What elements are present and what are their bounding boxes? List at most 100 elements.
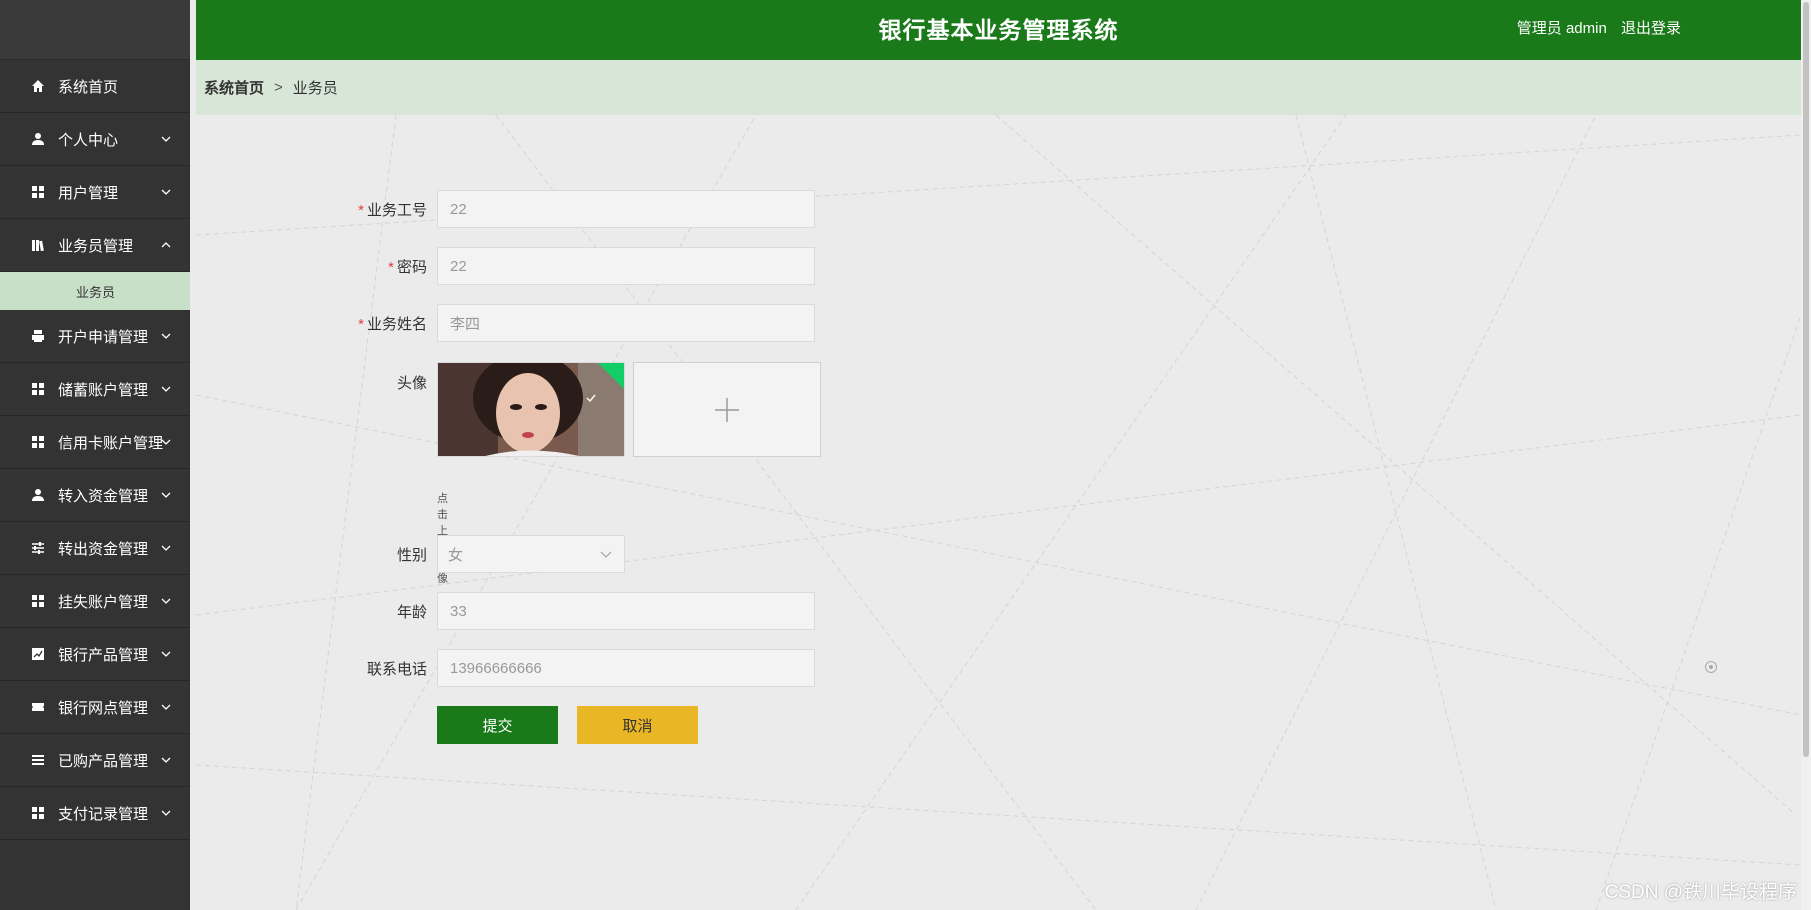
scrollbar-thumb[interactable] xyxy=(1803,2,1809,757)
sliders-icon xyxy=(30,540,46,556)
phone-input[interactable]: 13966666666 xyxy=(437,649,815,687)
form-row-age: 年龄 33 xyxy=(340,592,815,630)
chevron-down-icon xyxy=(161,333,171,339)
form-row-avatar: 头像 xyxy=(340,362,821,457)
home-icon xyxy=(30,78,46,94)
chevron-down-icon xyxy=(161,439,171,445)
sidebar-logo-area xyxy=(0,0,190,60)
header-user-area: 管理员 admin 退出登录 xyxy=(1507,0,1681,58)
age-input[interactable]: 33 xyxy=(437,592,815,630)
avatar-label: 头像 xyxy=(396,375,427,392)
sidebar-item-label: 储蓄账户管理 xyxy=(58,381,149,399)
chevron-up-icon xyxy=(161,242,171,248)
gender-value: 女 xyxy=(448,546,464,564)
grid-icon xyxy=(30,593,46,609)
phone-label: 联系电话 xyxy=(366,660,427,678)
sidebar-item-label: 银行产品管理 xyxy=(58,646,149,664)
cancel-button[interactable]: 取消 xyxy=(577,706,698,744)
grid-icon xyxy=(30,184,46,200)
current-user: 管理员 admin xyxy=(1516,20,1607,37)
chevron-down-icon xyxy=(161,704,171,710)
target-icon xyxy=(1705,661,1717,673)
sidebar-item-staff-management[interactable]: 业务员管理 xyxy=(0,219,190,272)
sidebar: 系统首页 个人中心 用户管理 业务员管理 业务员 开户申请管理 储蓄账户管理 信… xyxy=(0,0,190,910)
plus-icon xyxy=(715,397,739,422)
name-label: * 业务姓名 xyxy=(358,315,427,333)
sidebar-item-purchased-products[interactable]: 已购产品管理 xyxy=(0,734,190,787)
breadcrumb-separator: > xyxy=(274,79,283,96)
page-scrollbar[interactable] xyxy=(1801,0,1811,910)
chevron-down-icon xyxy=(161,386,171,392)
avatar-upload-button[interactable] xyxy=(633,362,821,457)
form-row-gender: 性别 女 xyxy=(340,535,625,573)
sidebar-item-label: 转入资金管理 xyxy=(58,487,149,505)
breadcrumb-current: 业务员 xyxy=(292,80,338,97)
watermark: CSDN @铁川毕设程序 xyxy=(1604,882,1797,903)
sidebar-item-label: 个人中心 xyxy=(58,131,119,149)
chevron-down-icon xyxy=(600,551,612,558)
person-icon xyxy=(30,487,46,503)
top-header: 银行基本业务管理系统 管理员 admin 退出登录 xyxy=(196,0,1801,60)
form-row-staff-id: * 业务工号 22 xyxy=(340,190,815,228)
sidebar-item-label: 用户管理 xyxy=(58,184,119,202)
print-icon xyxy=(30,328,46,344)
sidebar-item-label: 开户申请管理 xyxy=(58,328,149,346)
sidebar-item-label: 挂失账户管理 xyxy=(58,593,149,611)
chart-icon xyxy=(30,646,46,662)
form-row-name: * 业务姓名 李四 xyxy=(340,304,815,342)
list-icon xyxy=(30,752,46,768)
sidebar-item-credit-card-account[interactable]: 信用卡账户管理 xyxy=(0,416,190,469)
check-icon xyxy=(586,394,596,403)
sidebar-item-label: 支付记录管理 xyxy=(58,805,149,823)
sidebar-item-lost-account[interactable]: 挂失账户管理 xyxy=(0,575,190,628)
chevron-down-icon xyxy=(161,545,171,551)
sidebar-item-transfer-in[interactable]: 转入资金管理 xyxy=(0,469,190,522)
staff-id-label: * 业务工号 xyxy=(358,201,427,219)
submit-button[interactable]: 提交 xyxy=(437,706,558,744)
age-label: 年龄 xyxy=(396,603,427,621)
sidebar-item-bank-products[interactable]: 银行产品管理 xyxy=(0,628,190,681)
sidebar-item-label: 系统首页 xyxy=(58,78,119,96)
sidebar-item-label: 转出资金管理 xyxy=(58,540,149,558)
sidebar-item-payment-records[interactable]: 支付记录管理 xyxy=(0,787,190,840)
logout-link[interactable]: 退出登录 xyxy=(1621,20,1681,37)
chevron-down-icon xyxy=(161,810,171,816)
sidebar-item-savings-account[interactable]: 储蓄账户管理 xyxy=(0,363,190,416)
chevron-down-icon xyxy=(161,136,171,142)
avatar-photo xyxy=(438,363,624,456)
ticket-icon xyxy=(30,699,46,715)
form-row-password: * 密码 22 xyxy=(340,247,815,285)
sidebar-item-user-management[interactable]: 用户管理 xyxy=(0,166,190,219)
sidebar-item-label: 银行网点管理 xyxy=(58,699,149,717)
sidebar-item-label: 业务员管理 xyxy=(58,237,134,255)
chevron-down-icon xyxy=(161,189,171,195)
sidebar-item-bank-branches[interactable]: 银行网点管理 xyxy=(0,681,190,734)
sidebar-item-transfer-out[interactable]: 转出资金管理 xyxy=(0,522,190,575)
chevron-down-icon xyxy=(161,492,171,498)
avatar-image[interactable] xyxy=(437,362,625,457)
person-icon xyxy=(30,131,46,147)
breadcrumb: 系统首页 > 业务员 xyxy=(196,60,1801,115)
sidebar-item-label: 信用卡账户管理 xyxy=(58,434,164,452)
grid-icon xyxy=(30,381,46,397)
form-actions: 提交 取消 xyxy=(437,706,698,744)
name-input[interactable]: 李四 xyxy=(437,304,815,342)
chevron-down-icon xyxy=(161,651,171,657)
grid-icon xyxy=(30,434,46,450)
staff-id-input[interactable]: 22 xyxy=(437,190,815,228)
sidebar-subitem-staff[interactable]: 业务员 xyxy=(0,272,190,310)
uploaded-badge xyxy=(598,363,624,389)
sidebar-item-personal-center[interactable]: 个人中心 xyxy=(0,113,190,166)
sidebar-item-account-application[interactable]: 开户申请管理 xyxy=(0,310,190,363)
chevron-down-icon xyxy=(161,598,171,604)
gender-select[interactable]: 女 xyxy=(437,535,625,573)
chevron-down-icon xyxy=(161,757,171,763)
book-icon xyxy=(30,237,46,253)
password-input[interactable]: 22 xyxy=(437,247,815,285)
gender-label: 性别 xyxy=(396,546,427,564)
breadcrumb-home[interactable]: 系统首页 xyxy=(204,77,264,98)
password-label: * 密码 xyxy=(388,258,427,276)
form-row-phone: 联系电话 13966666666 xyxy=(340,649,815,687)
sidebar-item-label: 已购产品管理 xyxy=(58,752,149,770)
sidebar-item-home[interactable]: 系统首页 xyxy=(0,60,190,113)
